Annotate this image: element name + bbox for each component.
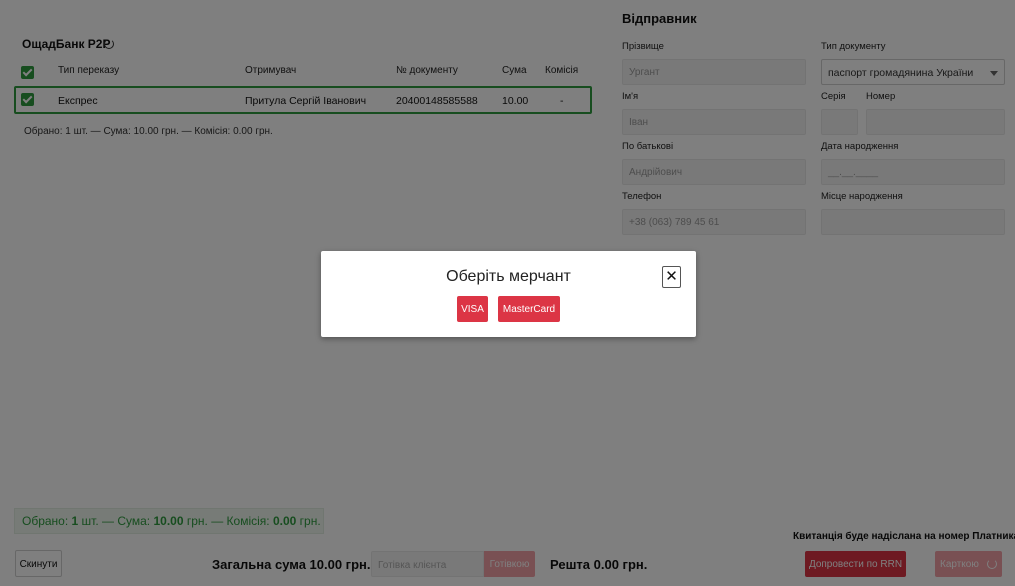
merchant-modal: Оберіть мерчант ✕ VISA MasterCard [321,251,696,337]
visa-button[interactable]: VISA [457,296,488,322]
mastercard-button[interactable]: MasterCard [498,296,560,322]
modal-title: Оберіть мерчант [446,268,571,285]
close-icon[interactable]: ✕ [662,266,681,288]
